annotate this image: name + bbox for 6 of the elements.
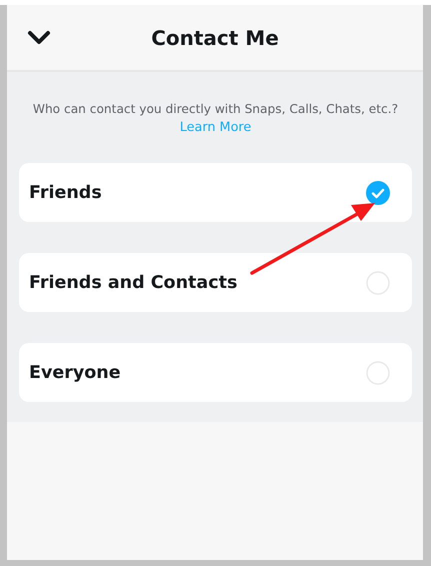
chevron-down-icon[interactable] — [27, 30, 51, 46]
option-card[interactable]: Everyone — [19, 343, 412, 402]
option-card[interactable]: Friends — [19, 163, 412, 222]
screen-title: Contact Me — [151, 26, 279, 50]
description-text: Who can contact you directly with Snaps, Calls, Chats, etc.? — [32, 102, 398, 116]
option-card[interactable]: Friends and Contacts — [19, 253, 412, 312]
